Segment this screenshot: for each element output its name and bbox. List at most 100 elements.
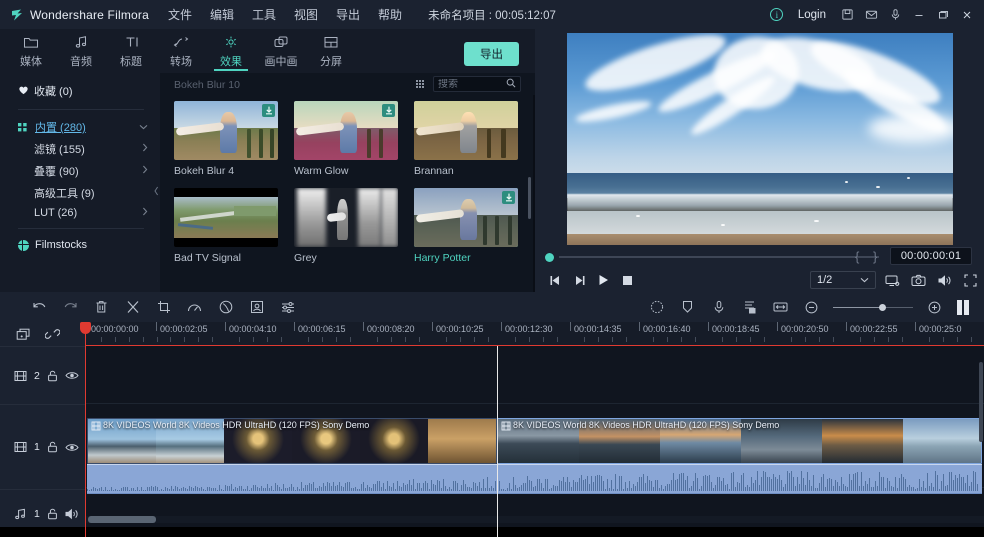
effect-card[interactable]: Harry Potter xyxy=(414,188,518,264)
tab-transition[interactable]: 转场 xyxy=(156,29,206,73)
speaker-icon[interactable] xyxy=(65,508,79,520)
redo-button[interactable] xyxy=(55,294,86,320)
record-button[interactable] xyxy=(641,294,672,320)
timeline-clip[interactable]: 8K VIDEOS World 8K Videos HDR UltraHD (1… xyxy=(497,418,982,464)
layout-button[interactable] xyxy=(950,294,976,320)
link-icon[interactable] xyxy=(45,328,60,340)
subtitle-button[interactable] xyxy=(734,294,765,320)
effect-thumbnail[interactable] xyxy=(174,188,278,247)
effect-card[interactable]: Brannan xyxy=(414,101,518,177)
mark-out-icon[interactable]: } xyxy=(873,249,877,264)
preview-quality-select[interactable]: 1/2 xyxy=(810,271,876,289)
video-preview[interactable] xyxy=(567,33,953,245)
timeline-audio-clip[interactable] xyxy=(87,464,982,494)
voiceover-button[interactable] xyxy=(703,294,734,320)
timeline-hscroll-track[interactable] xyxy=(85,516,984,523)
unlock-icon[interactable] xyxy=(47,441,58,453)
tab-media[interactable]: 媒体 xyxy=(6,29,56,73)
fullscreen-button[interactable] xyxy=(960,270,980,290)
export-button[interactable]: 导出 xyxy=(464,42,519,66)
playhead[interactable] xyxy=(80,322,91,537)
menu-help[interactable]: 帮助 xyxy=(369,3,411,26)
menu-view[interactable]: 视图 xyxy=(285,3,327,26)
unlock-icon[interactable] xyxy=(47,370,58,382)
track-header-video-1[interactable]: 1 xyxy=(0,405,85,489)
menu-edit[interactable]: 编辑 xyxy=(201,3,243,26)
maximize-icon[interactable] xyxy=(932,4,954,26)
color-button[interactable] xyxy=(210,294,241,320)
download-icon[interactable] xyxy=(502,191,515,204)
next-frame-button[interactable] xyxy=(567,270,591,290)
close-icon[interactable] xyxy=(956,4,978,26)
unlock-icon[interactable] xyxy=(47,508,58,520)
minimize-icon[interactable] xyxy=(908,4,930,26)
chevron-down-icon[interactable] xyxy=(860,274,869,286)
zoom-out-button[interactable] xyxy=(796,294,827,320)
search-box[interactable] xyxy=(433,76,521,92)
grid-view-icon[interactable] xyxy=(416,80,425,88)
search-icon[interactable] xyxy=(506,78,516,91)
sidebar-item-filters[interactable]: 滤镜 (155) xyxy=(0,138,160,160)
effect-thumbnail[interactable] xyxy=(174,101,278,160)
sidebar-item-favorites[interactable]: 收藏 (0) xyxy=(0,79,160,103)
timeline-zoom-slider[interactable] xyxy=(833,297,913,317)
speed-button[interactable] xyxy=(179,294,210,320)
timeline-clip[interactable]: 8K VIDEOS World 8K Videos HDR UltraHD (1… xyxy=(87,418,497,464)
tab-picture-in-picture[interactable]: 画中画 xyxy=(256,29,306,73)
volume-button[interactable] xyxy=(934,270,954,290)
tab-title[interactable]: 标题 xyxy=(106,29,156,73)
zoom-slider-handle[interactable] xyxy=(879,303,887,311)
sidebar-item-overlays[interactable]: 叠覆 (90) xyxy=(0,160,160,182)
menu-export[interactable]: 导出 xyxy=(327,3,369,26)
timeline-vscroll-thumb[interactable] xyxy=(979,362,983,442)
add-track-icon[interactable] xyxy=(16,328,31,341)
sidebar-item-builtin[interactable]: 内置 (280) xyxy=(0,116,160,138)
stop-button[interactable] xyxy=(615,270,639,290)
tab-effects[interactable]: 效果 xyxy=(206,29,256,73)
save-icon[interactable] xyxy=(836,4,858,26)
menu-tools[interactable]: 工具 xyxy=(243,3,285,26)
preview-seek-bar[interactable] xyxy=(545,251,879,263)
chevron-right-icon[interactable] xyxy=(142,143,148,155)
audio-mixer-button[interactable] xyxy=(272,294,303,320)
marker-button[interactable] xyxy=(672,294,703,320)
timeline-hscroll-thumb[interactable] xyxy=(88,516,156,523)
microphone-icon[interactable] xyxy=(884,4,906,26)
effect-thumbnail[interactable] xyxy=(414,188,518,247)
menu-file[interactable]: 文件 xyxy=(159,3,201,26)
effects-scrollbar[interactable] xyxy=(528,177,531,219)
tab-audio[interactable]: 音频 xyxy=(56,29,106,73)
mark-in-icon[interactable]: { xyxy=(855,249,859,264)
eye-icon[interactable] xyxy=(65,442,79,453)
effect-card[interactable]: Bad TV Signal xyxy=(174,188,278,264)
mail-icon[interactable] xyxy=(860,4,882,26)
chevron-right-icon[interactable] xyxy=(142,165,148,177)
download-icon[interactable] xyxy=(262,104,275,117)
info-icon[interactable]: i xyxy=(766,4,788,26)
effect-thumbnail[interactable] xyxy=(294,101,398,160)
effect-thumbnail[interactable] xyxy=(294,188,398,247)
zoom-in-button[interactable] xyxy=(919,294,950,320)
seek-handle[interactable] xyxy=(545,252,554,262)
collapse-panel-icon[interactable] xyxy=(153,180,159,202)
login-button[interactable]: Login xyxy=(790,9,834,21)
snapshot-button[interactable] xyxy=(908,270,928,290)
timeline-ruler[interactable]: 00:00:00:00 00:00:02:05 00:00:04:10 00:0… xyxy=(85,322,984,346)
sidebar-item-filmstocks[interactable]: Filmstocks xyxy=(0,235,160,255)
chevron-right-icon[interactable] xyxy=(142,207,148,219)
playhead-handle[interactable] xyxy=(80,322,91,334)
effect-card[interactable]: Bokeh Blur 4 xyxy=(174,101,278,177)
green-screen-button[interactable] xyxy=(241,294,272,320)
play-button[interactable] xyxy=(591,270,615,290)
effect-card[interactable]: Warm Glow xyxy=(294,101,398,177)
effect-card[interactable]: Grey xyxy=(294,188,398,264)
sidebar-item-advanced-tools[interactable]: 高级工具 (9) xyxy=(0,182,160,204)
render-preview-button[interactable] xyxy=(882,270,902,290)
split-button[interactable] xyxy=(117,294,148,320)
chevron-down-icon[interactable] xyxy=(139,122,148,133)
eye-icon[interactable] xyxy=(65,370,79,381)
search-input[interactable] xyxy=(438,78,506,90)
sidebar-item-lut[interactable]: LUT (26) xyxy=(0,204,160,222)
track-header-video-2[interactable]: 2 xyxy=(0,347,85,404)
previous-frame-button[interactable] xyxy=(543,270,567,290)
